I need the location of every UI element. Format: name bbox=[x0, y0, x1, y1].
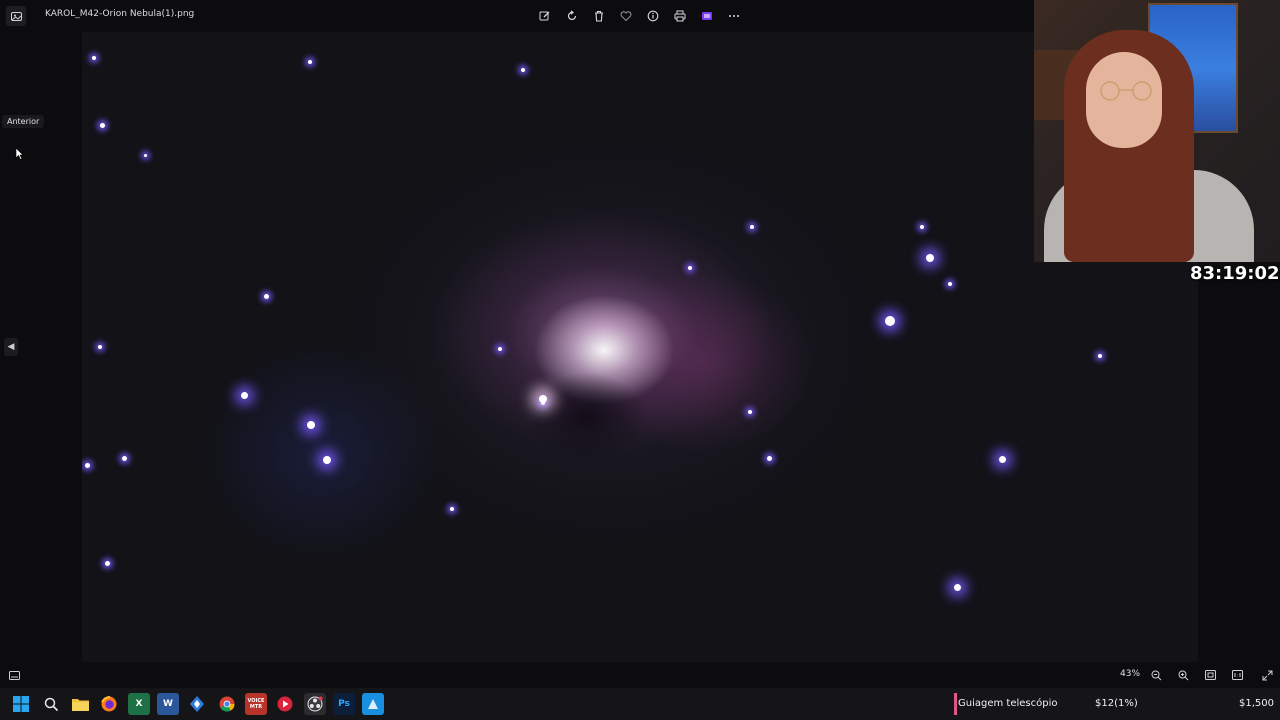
more-icon[interactable] bbox=[724, 6, 744, 26]
star bbox=[521, 68, 525, 72]
file-explorer-icon[interactable] bbox=[69, 693, 91, 715]
star bbox=[948, 282, 952, 286]
word-icon[interactable]: W bbox=[157, 693, 179, 715]
voicemeeter-icon[interactable]: VOICE MTR bbox=[245, 693, 267, 715]
star bbox=[999, 456, 1006, 463]
goal-progress-bar bbox=[954, 693, 957, 715]
sourcetree-icon[interactable] bbox=[186, 693, 208, 715]
previous-tooltip: Anterior bbox=[2, 115, 45, 128]
star bbox=[688, 266, 692, 270]
clipchamp-icon[interactable] bbox=[697, 6, 717, 26]
star bbox=[920, 225, 924, 229]
file-name: KAROL_M42-Orion Nebula(1).png bbox=[45, 9, 195, 19]
star bbox=[100, 123, 105, 128]
glasses-icon bbox=[1100, 81, 1152, 101]
goal-progress: $12(1%) bbox=[1095, 698, 1138, 709]
favorite-icon[interactable] bbox=[616, 6, 636, 26]
star bbox=[885, 316, 895, 326]
windows-taskbar: X W VOICE MTR Ps bbox=[0, 688, 1280, 720]
zoom-out-icon[interactable] bbox=[1148, 667, 1164, 683]
zoom-in-icon[interactable] bbox=[1175, 667, 1191, 683]
star bbox=[748, 410, 752, 414]
windows-start-icon[interactable] bbox=[10, 693, 32, 715]
image-toolbar bbox=[535, 6, 744, 26]
star bbox=[498, 347, 502, 351]
star bbox=[308, 60, 312, 64]
firefox-icon[interactable] bbox=[98, 693, 120, 715]
star bbox=[264, 294, 269, 299]
fit-to-window-icon[interactable] bbox=[1202, 667, 1218, 683]
stream-timer: 83:19:02 bbox=[1190, 263, 1280, 284]
photos-app-icon[interactable] bbox=[6, 6, 26, 26]
chevron-left-icon: ◀ bbox=[7, 342, 15, 352]
info-icon[interactable] bbox=[643, 6, 663, 26]
excel-icon[interactable]: X bbox=[128, 693, 150, 715]
print-icon[interactable] bbox=[670, 6, 690, 26]
delete-icon[interactable] bbox=[589, 6, 609, 26]
star bbox=[85, 463, 90, 468]
star bbox=[450, 507, 454, 511]
media-player-icon[interactable] bbox=[274, 693, 296, 715]
star bbox=[539, 395, 547, 403]
star bbox=[323, 456, 331, 464]
chrome-icon[interactable] bbox=[216, 693, 238, 715]
star bbox=[92, 56, 96, 60]
fullscreen-icon[interactable] bbox=[1259, 667, 1275, 683]
goal-label: Guiagem telescópio bbox=[958, 698, 1058, 709]
edit-icon[interactable] bbox=[535, 6, 555, 26]
rotate-icon[interactable] bbox=[562, 6, 582, 26]
viewer-bottom-bar: 43% bbox=[0, 662, 1280, 688]
star bbox=[1098, 354, 1102, 358]
star bbox=[954, 584, 961, 591]
webcam-overlay bbox=[1034, 0, 1280, 262]
app-blue-icon[interactable] bbox=[362, 693, 384, 715]
star bbox=[767, 456, 772, 461]
filmstrip-icon[interactable] bbox=[6, 667, 22, 683]
obs-icon[interactable] bbox=[304, 693, 326, 715]
star bbox=[105, 561, 110, 566]
actual-size-icon[interactable] bbox=[1229, 667, 1245, 683]
nebula-dark-lane bbox=[527, 372, 647, 462]
search-icon[interactable] bbox=[40, 693, 62, 715]
zoom-level[interactable]: 43% bbox=[1120, 669, 1140, 679]
star bbox=[750, 225, 754, 229]
previous-button[interactable]: ◀ bbox=[4, 338, 18, 356]
star bbox=[98, 345, 102, 349]
mouse-cursor-icon bbox=[15, 145, 24, 164]
star bbox=[144, 154, 147, 157]
star bbox=[241, 392, 248, 399]
goal-target: $1,500 bbox=[1239, 698, 1274, 709]
photoshop-icon[interactable]: Ps bbox=[333, 693, 355, 715]
orion-nebula-photo bbox=[82, 32, 1198, 662]
star bbox=[122, 456, 127, 461]
star bbox=[307, 421, 315, 429]
star bbox=[926, 254, 934, 262]
